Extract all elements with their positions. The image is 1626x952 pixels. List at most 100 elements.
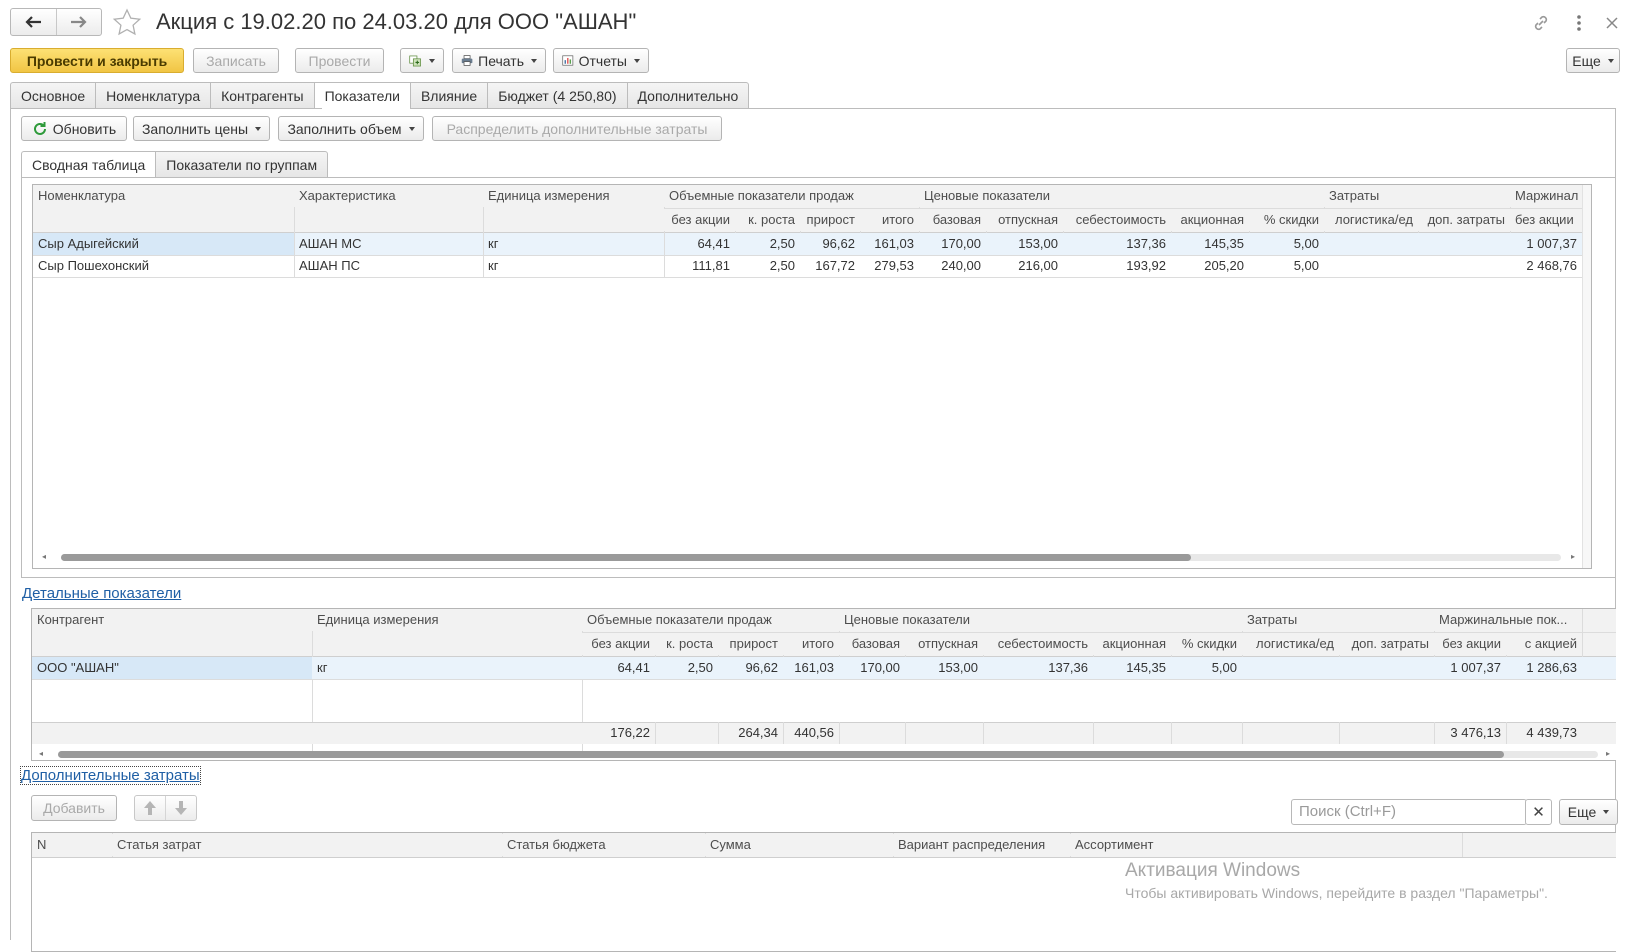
cell-nomenclature[interactable]: Сыр Адыгейский: [33, 233, 294, 255]
cell-unit[interactable]: кг: [483, 255, 664, 277]
cell-increase[interactable]: 96,62: [800, 233, 860, 255]
forward-button[interactable]: [55, 9, 102, 35]
col-assortment[interactable]: Ассортимент: [1070, 834, 1462, 856]
cell-promo[interactable]: 145,35: [1171, 233, 1249, 255]
cell-release[interactable]: 216,00: [986, 255, 1063, 277]
tab-influence[interactable]: Влияние: [409, 82, 488, 109]
col-cost-item[interactable]: Статья затрат: [112, 834, 502, 856]
cell-characteristic[interactable]: АШАН ПС: [294, 255, 483, 277]
create-based-on-button[interactable]: [400, 48, 444, 73]
col-increase[interactable]: прирост: [800, 209, 860, 231]
move-down-button[interactable]: [165, 796, 196, 820]
cell-no-promo[interactable]: 64,41: [582, 657, 655, 679]
fill-prices-button[interactable]: Заполнить цены: [133, 116, 270, 141]
cell-base[interactable]: 170,00: [839, 657, 905, 679]
cell-cost[interactable]: 193,92: [1063, 255, 1171, 277]
col-release[interactable]: отпускная: [905, 633, 983, 655]
cell-discount[interactable]: 5,00: [1249, 233, 1324, 255]
col-base[interactable]: базовая: [919, 209, 986, 231]
col-growth[interactable]: к. роста: [735, 209, 800, 231]
cell-discount[interactable]: 5,00: [1249, 255, 1324, 277]
scroll-thumb[interactable]: [61, 554, 1191, 561]
post-button[interactable]: Провести: [295, 48, 384, 73]
col-cost[interactable]: себестоимость: [983, 633, 1093, 655]
cell-nomenclature[interactable]: Сыр Пошехонский: [33, 255, 294, 277]
col-characteristic[interactable]: Характеристика: [294, 185, 483, 207]
col-promo[interactable]: акционная: [1171, 209, 1249, 231]
cell-margin-promo[interactable]: 1 286,63: [1506, 657, 1582, 679]
col-extra[interactable]: доп. затраты: [1418, 209, 1510, 231]
cell-cost[interactable]: 137,36: [1063, 233, 1171, 255]
col-distribution[interactable]: Вариант распределения: [893, 834, 1070, 856]
reports-button[interactable]: Отчеты: [553, 48, 649, 73]
col-discount[interactable]: % скидки: [1249, 209, 1324, 231]
col-amount[interactable]: Сумма: [705, 834, 893, 856]
detail-indicators-link[interactable]: Детальные показатели: [22, 585, 181, 602]
add-button[interactable]: Добавить: [31, 795, 117, 821]
tab-by-groups[interactable]: Показатели по группам: [155, 151, 329, 178]
post-and-close-button[interactable]: Провести и закрыть: [10, 48, 184, 73]
cell-total[interactable]: 161,03: [860, 233, 919, 255]
scroll-left-icon[interactable]: ◂: [39, 748, 43, 760]
horizontal-scrollbar[interactable]: ◂ ▸: [39, 551, 1579, 562]
clear-search-button[interactable]: ✕: [1525, 799, 1552, 825]
extra-costs-link[interactable]: Дополнительные затраты: [20, 766, 201, 785]
cell-characteristic[interactable]: АШАН МС: [294, 233, 483, 255]
scroll-thumb[interactable]: [58, 751, 1504, 758]
cell-counterparty[interactable]: ООО "АШАН": [32, 657, 312, 679]
cell-margin-no-promo[interactable]: 1 007,37: [1434, 657, 1506, 679]
link-icon[interactable]: [1530, 12, 1552, 34]
col-base[interactable]: базовая: [839, 633, 905, 655]
cell-growth[interactable]: 2,50: [655, 657, 718, 679]
favorite-star-icon[interactable]: [112, 8, 142, 36]
fill-volume-button[interactable]: Заполнить объем: [278, 116, 424, 141]
horizontal-scrollbar[interactable]: ◂ ▸: [36, 748, 1616, 759]
cell-growth[interactable]: 2,50: [735, 255, 800, 277]
col-unit[interactable]: Единица измерения: [483, 185, 664, 207]
cell-release[interactable]: 153,00: [905, 657, 983, 679]
cell-increase[interactable]: 96,62: [718, 657, 783, 679]
cell-cost[interactable]: 137,36: [983, 657, 1093, 679]
col-total[interactable]: итого: [860, 209, 919, 231]
cell-no-promo[interactable]: 64,41: [664, 233, 735, 255]
cell-total[interactable]: 161,03: [783, 657, 839, 679]
col-unit[interactable]: Единица измерения: [312, 609, 582, 631]
vertical-scrollbar[interactable]: [1582, 185, 1591, 568]
col-extra[interactable]: доп. затраты: [1339, 633, 1434, 655]
col-cost[interactable]: себестоимость: [1063, 209, 1171, 231]
col-nomenclature[interactable]: Номенклатура: [33, 185, 294, 207]
col-release[interactable]: отпускная: [986, 209, 1063, 231]
cell-release[interactable]: 153,00: [986, 233, 1063, 255]
scroll-left-icon[interactable]: ◂: [42, 551, 46, 563]
col-counterparty[interactable]: Контрагент: [32, 609, 312, 631]
col-margin-no-promo[interactable]: без акции: [1434, 633, 1506, 655]
cell-total[interactable]: 279,53: [860, 255, 919, 277]
tab-budget[interactable]: Бюджет (4 250,80): [487, 82, 627, 109]
extra-more-button[interactable]: Еще: [1559, 799, 1618, 825]
col-n[interactable]: N: [32, 834, 112, 856]
print-button[interactable]: Печать: [452, 48, 546, 73]
more-vert-icon[interactable]: [1568, 12, 1590, 34]
tab-counterparties[interactable]: Контрагенты: [210, 82, 314, 109]
col-increase[interactable]: прирост: [718, 633, 783, 655]
col-logistics[interactable]: логистика/ед: [1324, 209, 1418, 231]
cell-increase[interactable]: 167,72: [800, 255, 860, 277]
col-total[interactable]: итого: [783, 633, 839, 655]
distribute-costs-button[interactable]: Распределить дополнительные затраты: [432, 116, 722, 141]
col-growth[interactable]: к. роста: [655, 633, 718, 655]
scroll-right-icon[interactable]: ▸: [1606, 748, 1610, 760]
col-logistics[interactable]: логистика/ед: [1242, 633, 1339, 655]
cell-discount[interactable]: 5,00: [1171, 657, 1242, 679]
col-margin-no-promo[interactable]: без акции: [1510, 209, 1591, 231]
tab-additional[interactable]: Дополнительно: [626, 82, 750, 109]
tab-indicators[interactable]: Показатели: [313, 82, 410, 109]
col-margin-promo[interactable]: с акцией: [1506, 633, 1582, 655]
cell-growth[interactable]: 2,50: [735, 233, 800, 255]
tab-summary[interactable]: Сводная таблица: [21, 151, 156, 178]
search-input[interactable]: Поиск (Ctrl+F): [1291, 799, 1527, 825]
cell-no-promo[interactable]: 111,81: [664, 255, 735, 277]
col-promo[interactable]: акционная: [1093, 633, 1171, 655]
tab-main[interactable]: Основное: [10, 82, 96, 109]
tab-nomenclature[interactable]: Номенклатура: [95, 82, 211, 109]
cell-promo[interactable]: 145,35: [1093, 657, 1171, 679]
